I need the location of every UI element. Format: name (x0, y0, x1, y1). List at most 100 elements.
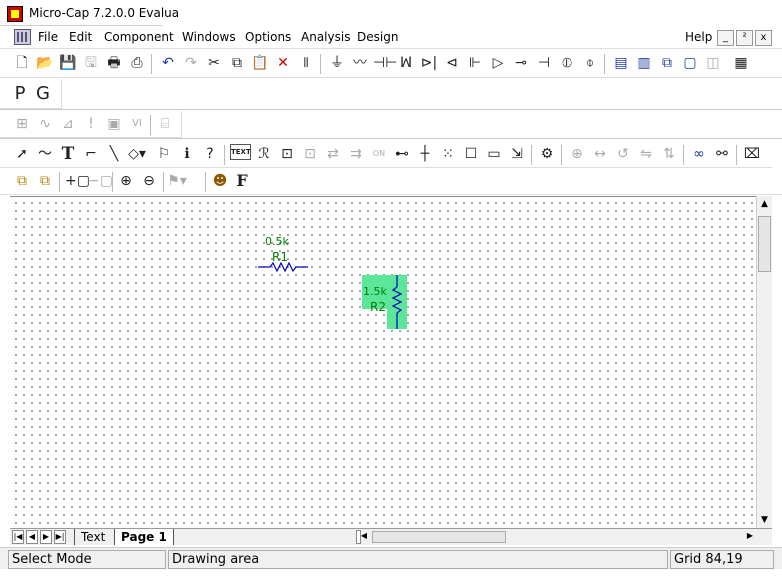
ground-icon[interactable]: ⏚ (327, 53, 347, 73)
menu-help[interactable]: Help (685, 30, 712, 44)
maximize-window-icon[interactable]: ▢ (680, 53, 700, 73)
menu-file[interactable]: File (38, 30, 58, 44)
transistor-icon[interactable]: ⊩ (465, 53, 485, 73)
pointer-tool-icon[interactable]: ⇲ (507, 144, 527, 164)
prev-page-icon[interactable]: ◀ (26, 530, 38, 544)
cross-icon[interactable]: ┼ (415, 144, 435, 164)
r2-value-label[interactable]: 1.5k (363, 285, 387, 298)
model-icon[interactable]: ▣ (104, 114, 124, 134)
undo-icon[interactable]: ↶ (158, 53, 178, 73)
scroll-thumb[interactable] (758, 216, 771, 272)
stretch-icon[interactable]: ↔ (590, 144, 610, 164)
orthogonal-wire-icon[interactable]: ⌐ (81, 144, 101, 164)
delete-page-icon[interactable]: −▢ (88, 171, 113, 191)
waveform-icon[interactable]: ∿ (35, 114, 55, 134)
current-source-icon[interactable]: ⌽ (580, 53, 600, 73)
rotate-icon[interactable]: ↺ (613, 144, 633, 164)
calculator-icon[interactable]: ▦ (731, 53, 751, 73)
redo-icon[interactable]: ↷ (181, 53, 201, 73)
tab-page-1[interactable]: Page 1 (114, 529, 174, 545)
next-page-icon[interactable]: ▶ (40, 530, 52, 544)
current-icon[interactable]: ⇄ (323, 144, 343, 164)
switch-icon[interactable]: ⊸ (511, 53, 531, 73)
flip-vertical-icon[interactable]: ⇅ (659, 144, 679, 164)
flag-color-dropdown-icon[interactable]: ⚑▾ (167, 171, 187, 191)
select-all-icon[interactable]: ⫼ (296, 53, 316, 73)
probe-icon[interactable]: ǃ (81, 114, 101, 134)
stepping-icon[interactable]: ⊿ (58, 114, 78, 134)
battery-icon[interactable]: ⊣ (534, 53, 554, 73)
menu-analysis[interactable]: Analysis (301, 30, 350, 44)
probe-button[interactable]: P (10, 84, 30, 104)
print-preview-icon[interactable]: ⎙ (127, 53, 147, 73)
close-button[interactable]: x (755, 30, 772, 46)
open-folder-icon[interactable]: 📂 (35, 53, 55, 73)
flag-icon[interactable]: ⚐ (154, 144, 174, 164)
split-window-icon[interactable]: ◫ (703, 53, 723, 73)
delete-icon[interactable]: ✕ (273, 53, 293, 73)
tab-text[interactable]: Text (74, 529, 112, 545)
minimize-button[interactable]: _ (717, 30, 734, 46)
inductor-icon[interactable]: ꟽ (396, 53, 416, 73)
resistor-icon[interactable]: 〰 (350, 53, 370, 73)
zoom-out-icon[interactable]: ⊖ (139, 171, 159, 191)
menu-design[interactable]: Design (357, 30, 398, 44)
zener-icon[interactable]: ⊲ (442, 53, 462, 73)
capacitor-icon[interactable]: ⊣⊢ (373, 53, 397, 73)
pin-connection-icon[interactable]: ⊷ (392, 144, 412, 164)
flip-horizontal-icon[interactable]: ⇋ (636, 144, 656, 164)
save-icon[interactable]: 💾 (58, 53, 78, 73)
new-file-icon[interactable]: 🗋 (12, 53, 32, 73)
text-mode-icon[interactable]: TEXT (230, 144, 251, 160)
menu-options[interactable]: Options (245, 30, 291, 44)
scroll-right-icon[interactable]: ▶ (744, 530, 756, 544)
zoom-in-icon[interactable]: ⊕ (116, 171, 136, 191)
save-disabled-icon[interactable]: 🖫 (81, 53, 101, 73)
paste-icon[interactable]: 📋 (250, 53, 270, 73)
print-icon[interactable]: 🖶 (104, 53, 124, 73)
properties-icon[interactable]: ⚙ (537, 144, 557, 164)
r2-name-label[interactable]: R2 (370, 300, 386, 314)
find-icon[interactable]: ∞ (689, 144, 709, 164)
first-page-icon[interactable]: |◀ (12, 530, 24, 544)
info-icon[interactable]: ℹ (177, 144, 197, 164)
select-arrow-icon[interactable]: ➚ (12, 144, 32, 164)
color-palette-icon[interactable]: ☻ (210, 171, 230, 191)
border-icon[interactable]: ☐ (461, 144, 481, 164)
diode-icon[interactable]: ⊳| (419, 53, 439, 73)
horizontal-scroll-thumb[interactable] (372, 531, 506, 543)
r1-resistor-symbol[interactable] (258, 262, 308, 272)
vio-icon[interactable]: VI (127, 114, 147, 134)
attribute-icon[interactable]: ℛ (254, 144, 274, 164)
power-icon[interactable]: ⇉ (346, 144, 366, 164)
menu-windows[interactable]: Windows (182, 30, 236, 44)
wire-icon[interactable]: 〜 (35, 144, 55, 164)
title-block-icon[interactable]: ▭ (484, 144, 504, 164)
opamp-icon[interactable]: ▷ (488, 53, 508, 73)
table-icon[interactable]: ⊞ (12, 114, 32, 134)
r2-resistor-symbol[interactable] (388, 275, 406, 329)
node-numbers-icon[interactable]: ⊡ (300, 144, 320, 164)
scope-icon[interactable]: ⌸ (155, 114, 175, 134)
menu-component[interactable]: Component (104, 30, 174, 44)
component-editor-icon[interactable]: ⌧ (742, 144, 762, 164)
last-page-icon[interactable]: ▶| (54, 530, 66, 544)
on-state-icon[interactable]: ON (369, 144, 389, 164)
scroll-up-icon[interactable]: ▲ (757, 196, 772, 212)
grid-dots-icon[interactable]: ⁙ (438, 144, 458, 164)
pin-names-icon[interactable]: ⊡ (277, 144, 297, 164)
scroll-left-icon[interactable]: ◀ (358, 530, 370, 544)
add-page-icon[interactable]: +▢ (65, 171, 90, 191)
text-tool-icon[interactable]: T (58, 144, 78, 164)
cut-icon[interactable]: ✂ (204, 53, 224, 73)
voltage-source-icon[interactable]: ⦶ (557, 53, 577, 73)
help-pointer-icon[interactable]: ? (200, 144, 220, 164)
menu-edit[interactable]: Edit (69, 30, 92, 44)
shapes-dropdown-icon[interactable]: ◇▾ (127, 144, 147, 164)
schematic-canvas[interactable]: 0.5k R1 1.5k R2 (10, 196, 756, 528)
tile-horizontal-icon[interactable]: ▤ (611, 53, 631, 73)
grid-button[interactable]: G (33, 84, 53, 104)
tile-vertical-icon[interactable]: ▥ (634, 53, 654, 73)
bring-front-icon[interactable]: ⧉ (12, 171, 32, 191)
send-back-icon[interactable]: ⧉ (35, 171, 55, 191)
